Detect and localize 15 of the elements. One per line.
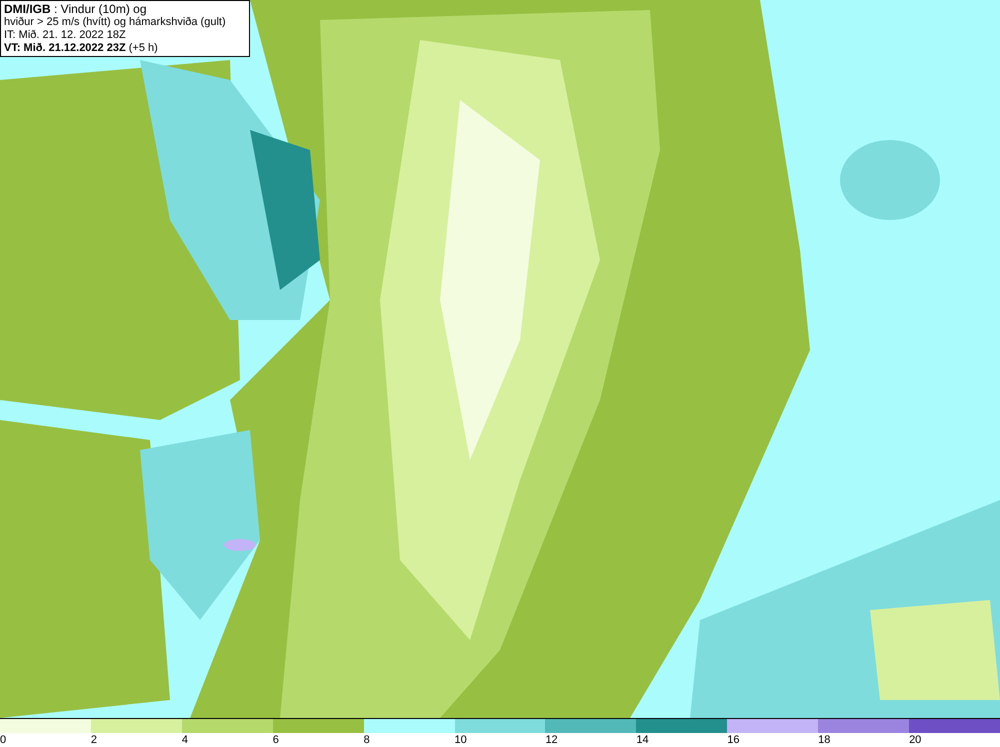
legend-label: 20 [909,733,922,747]
legend-label: 16 [727,733,740,747]
legend-label: 2 [90,733,98,747]
legend-label: 10 [454,733,467,747]
legend-label: 8 [364,733,370,747]
title-line: VT: Mið. 21.12.2022 23Z (+5 h) [4,42,159,55]
legend-label: 18 [818,733,830,747]
legend-label: 4 [182,733,188,747]
legend-label: 14 [636,733,649,747]
title-line: hviður > 25 m/s (hvítt) og hámarkshviða (gult) [4,16,227,29]
title-line: DMI/IGB : Vindur (10m) og [4,2,148,16]
legend-label: 6 [272,733,279,747]
legend-label: 12 [545,733,558,747]
title-line: IT: Mið. 21. 12. 2022 18Z [4,29,127,42]
legend-label: 0 [0,733,6,747]
